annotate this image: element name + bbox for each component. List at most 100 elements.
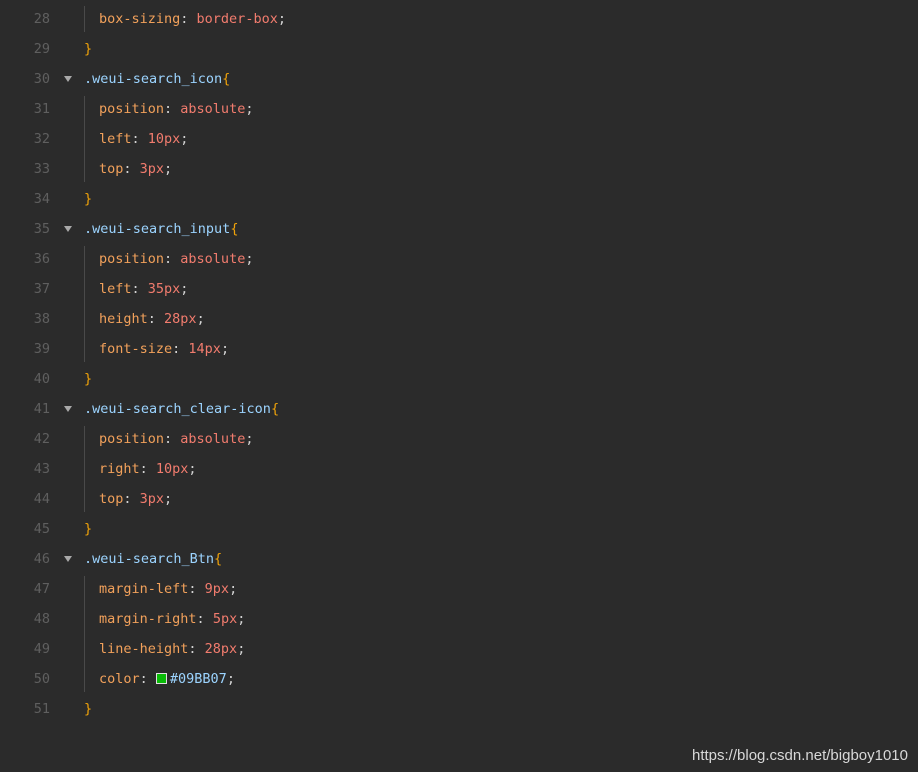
- line-number: 41: [33, 401, 50, 417]
- colon: :: [164, 431, 181, 447]
- css-property: margin-left: [99, 581, 189, 597]
- css-value: 14px: [188, 341, 221, 357]
- line-number: 39: [33, 341, 50, 357]
- fold-arrow-icon[interactable]: [64, 76, 72, 82]
- semicolon: ;: [164, 161, 173, 177]
- semicolon: ;: [226, 671, 235, 687]
- line-number: 32: [33, 131, 50, 147]
- code-line[interactable]: 31 position: absolute;: [0, 94, 918, 124]
- css-property: left: [99, 131, 132, 147]
- fold-arrow-icon[interactable]: [64, 406, 72, 412]
- colon: :: [139, 461, 156, 477]
- line-number: 28: [33, 11, 50, 27]
- semicolon: ;: [164, 491, 173, 507]
- css-property: top: [99, 491, 124, 507]
- fold-arrow-icon[interactable]: [64, 556, 72, 562]
- colon: :: [164, 251, 181, 267]
- semicolon: ;: [277, 11, 286, 27]
- code-editor[interactable]: 28 box-sizing: border-box; 29} 30 .weui-sear…: [0, 0, 918, 772]
- watermark-url: https://blog.csdn.net/bigboy1010: [692, 747, 908, 764]
- indent-guide: [84, 6, 85, 32]
- line-number: 42: [33, 431, 50, 447]
- code-line[interactable]: 45}: [0, 514, 918, 544]
- close-brace: }: [84, 701, 93, 717]
- code-line[interactable]: 34}: [0, 184, 918, 214]
- code-line[interactable]: 43 right: 10px;: [0, 454, 918, 484]
- line-number: 31: [33, 101, 50, 117]
- line-number: 46: [33, 551, 50, 567]
- semicolon: ;: [180, 281, 189, 297]
- colon: :: [131, 281, 148, 297]
- code-line[interactable]: 29}: [0, 34, 918, 64]
- line-number: 38: [33, 311, 50, 327]
- line-number: 37: [33, 281, 50, 297]
- code-line[interactable]: 33 top: 3px;: [0, 154, 918, 184]
- colon: :: [180, 11, 197, 27]
- line-number: 45: [33, 521, 50, 537]
- close-brace: }: [84, 371, 93, 387]
- code-line[interactable]: 38 height: 28px;: [0, 304, 918, 334]
- code-line[interactable]: 42 position: absolute;: [0, 424, 918, 454]
- colon: :: [196, 611, 213, 627]
- css-value: 10px: [147, 131, 181, 147]
- close-brace: }: [84, 41, 93, 57]
- code-line[interactable]: 35 .weui-search_input{: [0, 214, 918, 244]
- code-line[interactable]: 36 position: absolute;: [0, 244, 918, 274]
- code-line[interactable]: 39 font-size: 14px;: [0, 334, 918, 364]
- colon: :: [147, 311, 165, 327]
- code-line[interactable]: 47 margin-left: 9px;: [0, 574, 918, 604]
- semicolon: ;: [188, 461, 197, 477]
- line-number: 51: [33, 701, 50, 717]
- code-line[interactable]: 51}: [0, 694, 918, 724]
- code-line[interactable]: 37 left: 35px;: [0, 274, 918, 304]
- line-number: 30: [33, 71, 50, 87]
- code-line[interactable]: 50 color: #09BB07;: [0, 664, 918, 694]
- close-brace: }: [84, 521, 93, 537]
- indent-guide: [84, 246, 85, 362]
- css-value: 28px: [204, 641, 238, 657]
- line-number: 40: [33, 371, 50, 387]
- css-property: font-size: [99, 341, 173, 357]
- css-value: 9px: [204, 581, 230, 597]
- css-selector: .weui-search_Btn: [84, 551, 215, 567]
- colon: :: [172, 341, 189, 357]
- colon: :: [188, 581, 205, 597]
- fold-arrow-icon[interactable]: [64, 226, 72, 232]
- code-line[interactable]: 44 top: 3px;: [0, 484, 918, 514]
- code-line[interactable]: 46 .weui-search_Btn{: [0, 544, 918, 574]
- css-selector: .weui-search_clear-icon: [84, 401, 271, 417]
- css-selector: .weui-search_input: [84, 221, 231, 237]
- code-line[interactable]: 41 .weui-search_clear-icon{: [0, 394, 918, 424]
- semicolon: ;: [237, 641, 246, 657]
- semicolon: ;: [180, 131, 189, 147]
- code-line[interactable]: 49 line-height: 28px;: [0, 634, 918, 664]
- code-line[interactable]: 28 box-sizing: border-box;: [0, 4, 918, 34]
- css-property: color: [99, 671, 140, 687]
- colon: :: [188, 641, 205, 657]
- css-value: absolute: [180, 251, 246, 267]
- code-line[interactable]: 40}: [0, 364, 918, 394]
- code-line[interactable]: 48 margin-right: 5px;: [0, 604, 918, 634]
- color-swatch-icon[interactable]: [155, 673, 167, 684]
- css-property: box-sizing: [99, 11, 181, 27]
- line-number: 49: [33, 641, 50, 657]
- line-number: 48: [33, 611, 50, 627]
- css-selector: .weui-search_icon: [84, 71, 223, 87]
- css-property: line-height: [99, 641, 189, 657]
- line-number: 47: [33, 581, 50, 597]
- css-value: 35px: [147, 281, 181, 297]
- code-line[interactable]: 32 left: 10px;: [0, 124, 918, 154]
- css-value: 3px: [139, 491, 165, 507]
- css-value: #09BB07: [169, 671, 227, 687]
- colon: :: [123, 491, 140, 507]
- colon: :: [139, 671, 156, 687]
- indent-guide: [84, 576, 85, 692]
- open-brace: {: [222, 71, 231, 87]
- indent-guide: [84, 96, 85, 182]
- css-value: border-box: [196, 11, 278, 27]
- colon: :: [131, 131, 148, 147]
- line-number: 44: [33, 491, 50, 507]
- css-property: margin-right: [99, 611, 197, 627]
- semicolon: ;: [245, 101, 254, 117]
- code-line[interactable]: 30 .weui-search_icon{: [0, 64, 918, 94]
